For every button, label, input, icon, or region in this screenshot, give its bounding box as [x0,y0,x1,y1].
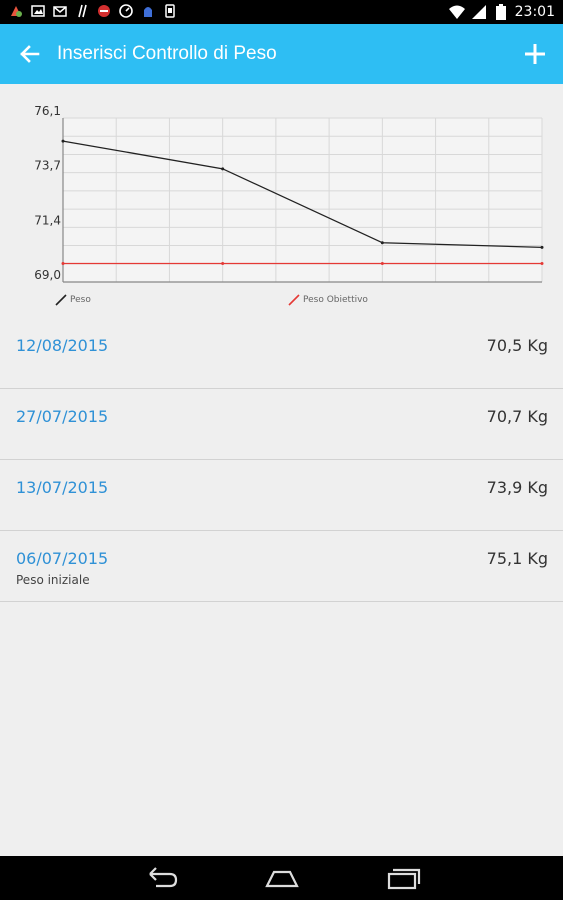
entry-date: 06/07/2015 [16,549,109,568]
chart-plot-area [63,118,542,282]
tools-icon [74,3,90,19]
page-title: Inserisci Controllo di Peso [57,43,277,64]
chart-point-peso [540,245,544,249]
navigation-bar [0,856,563,900]
list-item[interactable]: 12/08/2015 70,5 Kg [0,318,563,389]
chart-point-peso-obiettivo [221,262,225,266]
plus-icon[interactable] [521,40,549,68]
status-bar-system: 23:01 [448,3,555,21]
legend-swatch-peso [55,294,67,306]
list-item[interactable]: 06/07/2015 75,1 Kg Peso iniziale [0,531,563,602]
battery-icon [493,4,509,20]
no-sign-icon [96,3,112,19]
arrow-back-icon[interactable] [16,40,44,68]
photo-icon [30,3,46,19]
vpn-icon [140,3,156,19]
legend-swatch-peso-obiettivo [288,294,300,306]
entry-weight: 75,1 Kg [486,549,548,568]
chart-point-peso [61,139,65,143]
chart-point-peso [380,241,384,245]
home-nav-icon[interactable] [262,864,302,892]
legend-label-peso-obiettivo: Peso Obiettivo [303,295,368,305]
chart-y-tick-label: 69,0 [34,268,61,282]
mail-icon [52,3,68,19]
chart-point-peso-obiettivo [540,262,544,266]
chart-point-peso [221,167,225,171]
status-bar-notifications [8,3,178,19]
legend-item-peso: Peso [54,292,91,308]
notification-icon [8,3,24,19]
entry-date: 27/07/2015 [16,407,109,426]
chart-point-peso-obiettivo [380,262,384,266]
status-time: 23:01 [514,4,555,20]
legend-label-peso: Peso [70,295,91,305]
legend-item-peso-obiettivo: Peso Obiettivo [287,292,368,308]
wifi-icon [448,4,465,20]
entry-weight: 70,5 Kg [486,336,548,355]
weight-chart-svg: 76,1 73,7 71,4 69,0 [34,104,544,283]
chart-y-tick-label: 73,7 [34,159,61,173]
status-bar: 23:01 [0,0,563,24]
list-item[interactable]: 27/07/2015 70,7 Kg [0,389,563,460]
phone-icon [162,3,178,19]
entry-date: 13/07/2015 [16,478,109,497]
recent-apps-icon[interactable] [383,864,423,892]
speedometer-icon [118,3,134,19]
chart-y-tick-label: 76,1 [34,104,61,118]
chart-y-tick-label: 71,4 [34,213,61,227]
weight-chart: 76,1 73,7 71,4 69,0 [0,84,563,320]
app-bar: Inserisci Controllo di Peso [0,24,563,84]
entry-note: Peso iniziale [16,573,90,587]
chart-point-peso-obiettivo [61,262,65,266]
signal-icon [471,4,487,20]
entry-date: 12/08/2015 [16,336,109,355]
entry-weight: 70,7 Kg [486,407,548,426]
entry-weight: 73,9 Kg [486,478,548,497]
back-nav-icon[interactable] [142,864,182,892]
weight-entries-list: 12/08/2015 70,5 Kg 27/07/2015 70,7 Kg 13… [0,318,563,602]
list-item[interactable]: 13/07/2015 73,9 Kg [0,460,563,531]
